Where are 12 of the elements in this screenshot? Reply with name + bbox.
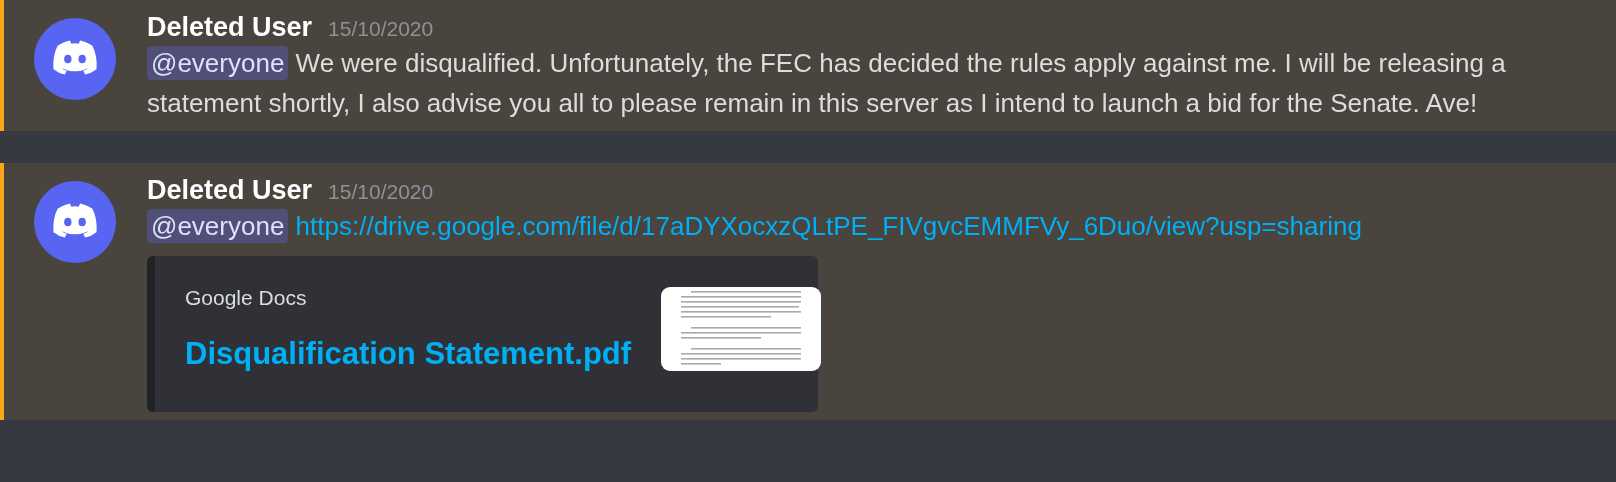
- username[interactable]: Deleted User: [147, 175, 313, 206]
- timestamp: 15/10/2020: [328, 17, 434, 41]
- embed-provider: Google Docs: [185, 286, 308, 310]
- mention-tag[interactable]: @everyone: [147, 46, 289, 80]
- timestamp: 15/10/2020: [328, 180, 434, 204]
- avatar-icon[interactable]: [34, 181, 116, 263]
- mention-tag[interactable]: @everyone: [147, 209, 289, 243]
- username[interactable]: Deleted User: [147, 12, 313, 43]
- message-link[interactable]: https://drive.google.com/file/d/17aDYXocxzQLtPE_FIVgvcEMMFVy_6Duo/view?usp=sharing: [295, 211, 1362, 241]
- avatar-icon[interactable]: [34, 18, 116, 100]
- message-text: @everyone We were disqualified. Unfortunately, the FEC has decided the rules apply against me. I will be releasing a statement shortly, I also advise you all to please remain in this server as I intend to launch a bid for the Senate. Ave!: [147, 45, 1507, 120]
- embed-title-link[interactable]: Disqualification Statement.pdf: [185, 336, 632, 372]
